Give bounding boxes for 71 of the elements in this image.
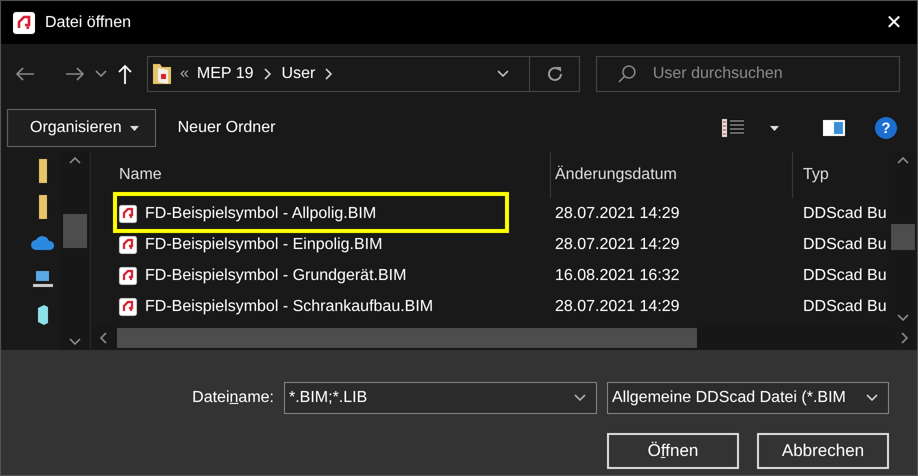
- scroll-up-icon: [897, 156, 909, 164]
- forward-button[interactable]: [65, 66, 85, 82]
- forward-arrow-icon: [65, 66, 85, 82]
- path-overflow[interactable]: «: [180, 65, 189, 83]
- close-button[interactable]: ✕: [871, 1, 917, 44]
- preview-pane-icon: [823, 120, 845, 136]
- folder-icon: [39, 195, 47, 219]
- address-bar[interactable]: « MEP 19 User: [147, 56, 580, 92]
- file-name[interactable]: FD-Beispielsymbol - Grundgerät.BIM: [115, 266, 551, 284]
- refresh-icon: [546, 65, 564, 83]
- filetype-dropdown[interactable]: Allgemeine DDScad Datei (*.BIM: [607, 382, 889, 414]
- app-icon: [13, 12, 35, 34]
- file-name[interactable]: FD-Beispielsymbol - Allpolig.BIM: [115, 204, 551, 222]
- open-button[interactable]: Öffnen: [607, 433, 739, 470]
- file-name[interactable]: FD-Beispielsymbol - Einpolig.BIM: [115, 236, 551, 254]
- cancel-button[interactable]: Abbrechen: [757, 433, 889, 470]
- organize-button[interactable]: Organisieren: [7, 109, 156, 147]
- chevron-down-icon: [497, 70, 509, 78]
- recent-locations-button[interactable]: [95, 70, 107, 78]
- folder-icon: [39, 159, 47, 183]
- table-cell-text: 28.07.2021 14:29: [554, 298, 681, 316]
- back-arrow-icon: [15, 66, 35, 82]
- table-cell-text: DDScad Bu: [802, 236, 888, 254]
- table-cell-text: DDScad Bu: [802, 298, 888, 316]
- search-field[interactable]: User durchsuchen: [650, 59, 899, 89]
- search-box[interactable]: User durchsuchen: [596, 56, 900, 92]
- folder-icon: [152, 62, 172, 86]
- back-button[interactable]: [15, 66, 35, 82]
- file-icon: [119, 266, 137, 284]
- help-button[interactable]: ?: [875, 117, 897, 139]
- table-cell-text: 16.08.2021 16:32: [554, 266, 681, 284]
- table-cell-text: 28.07.2021 14:29: [554, 204, 681, 222]
- column-header[interactable]: Name: [115, 152, 551, 198]
- column-header[interactable]: Änderungsdatum: [551, 152, 793, 198]
- table-cell-text: DDScad Bu: [802, 204, 888, 222]
- new-folder-button[interactable]: Neuer Ordner: [160, 109, 294, 147]
- cube-icon: [38, 305, 48, 325]
- file-icon: [119, 204, 137, 222]
- details-view-icon: [722, 118, 746, 138]
- filename-combo-box[interactable]: *.BIM;*.LIB: [284, 382, 597, 414]
- file-icon: [119, 236, 137, 254]
- up-button[interactable]: [117, 64, 133, 84]
- breadcrumb[interactable]: User: [282, 65, 316, 83]
- breadcrumb[interactable]: MEP 19: [196, 65, 254, 83]
- search-icon: [617, 64, 637, 84]
- file-name[interactable]: FD-Beispielsymbol - Schrankaufbau.BIM: [115, 298, 551, 316]
- caret-icon: [130, 126, 139, 130]
- scrollbar-thumb[interactable]: [891, 224, 915, 250]
- filename-label: Dateiname:: [192, 388, 274, 407]
- chevron-down-icon: [574, 394, 586, 402]
- cloud-icon: [31, 236, 55, 250]
- scroll-right-icon: [901, 332, 909, 344]
- chevron-right-icon: [325, 68, 334, 80]
- caret-icon: [770, 126, 779, 130]
- scroll-up-icon: [69, 156, 81, 164]
- computer-icon: [33, 270, 53, 288]
- column-header[interactable]: Typ: [793, 152, 889, 198]
- scroll-down-icon: [69, 338, 81, 346]
- chevron-down-icon: [866, 394, 878, 402]
- file-icon: [119, 298, 137, 316]
- scroll-down-icon: [897, 314, 909, 322]
- chevron-down-icon: [95, 70, 107, 78]
- chevron-right-icon: [264, 68, 272, 80]
- scrollbar-thumb[interactable]: [117, 328, 697, 348]
- up-arrow-icon: [117, 64, 133, 84]
- scrollbar-thumb[interactable]: [63, 214, 87, 248]
- filename-field[interactable]: *.BIM;*.LIB: [289, 384, 564, 412]
- scroll-left-icon: [99, 332, 107, 344]
- table-cell-text: 28.07.2021 14:29: [554, 236, 681, 254]
- table-cell-text: DDScad Bu: [802, 266, 888, 284]
- window-title: Datei öffnen: [45, 14, 132, 32]
